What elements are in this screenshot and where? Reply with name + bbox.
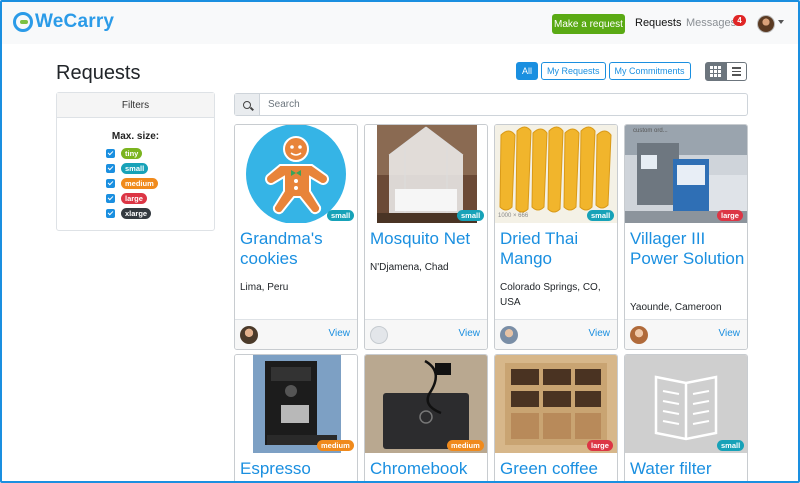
request-card[interactable]: large Green coffee <box>494 354 618 481</box>
size-badge: small <box>587 210 615 221</box>
checkbox[interactable] <box>106 209 115 218</box>
view-link[interactable]: View <box>459 328 481 339</box>
view-toggle <box>705 62 747 81</box>
nav-requests-link[interactable]: Requests <box>635 17 681 29</box>
size-pill: small <box>121 163 149 174</box>
card-title[interactable]: Espresso <box>240 459 356 479</box>
card-image[interactable] <box>365 355 487 453</box>
view-link[interactable]: View <box>589 328 611 339</box>
filter-my-requests-button[interactable]: My Requests <box>541 62 606 80</box>
make-request-button[interactable]: Make a request <box>552 14 625 34</box>
card-title[interactable]: Villager III Power Solution <box>630 229 746 269</box>
search-bar <box>234 93 748 116</box>
card-title[interactable]: Mosquito Net <box>370 229 486 249</box>
search-icon <box>243 100 251 109</box>
grid-icon <box>710 66 721 77</box>
checkbox[interactable] <box>106 194 115 203</box>
size-badge: medium <box>317 440 354 451</box>
search-icon-addon <box>235 94 260 115</box>
view-link[interactable]: View <box>719 328 741 339</box>
page-title: Requests <box>56 62 141 84</box>
card-title[interactable]: Grandma's cookies <box>240 229 356 269</box>
request-card[interactable]: medium Chromebook <box>364 354 488 481</box>
card-title[interactable]: Water filter <box>630 459 746 479</box>
size-badge: large <box>587 440 613 451</box>
app-window: WeCarry Make a request Requests Messages… <box>0 0 800 483</box>
max-size-label: Max. size: <box>111 131 160 142</box>
default-avatar-icon <box>370 326 388 344</box>
size-badge: large <box>717 210 743 221</box>
card-image[interactable] <box>235 125 357 223</box>
grid-view-button[interactable] <box>705 62 726 81</box>
chevron-down-icon[interactable] <box>778 20 784 24</box>
checkbox[interactable] <box>106 149 115 158</box>
list-icon <box>732 67 741 76</box>
ownership-filter-group: All My Requests My Commitments <box>516 62 691 80</box>
size-badge: small <box>457 210 485 221</box>
avatar <box>240 326 258 344</box>
navbar: WeCarry Make a request Requests Messages… <box>2 2 798 44</box>
avatar <box>630 326 648 344</box>
size-pill: large <box>121 193 147 204</box>
image-caption: 1000 × 666 <box>498 213 529 219</box>
placeholder-book-icon <box>654 375 718 441</box>
size-filter-large[interactable]: large <box>106 191 158 206</box>
filter-my-commitments-button[interactable]: My Commitments <box>608 62 691 80</box>
card-title[interactable]: Green coffee <box>500 459 616 479</box>
size-pill: xlarge <box>121 208 152 219</box>
size-filter-xlarge[interactable]: xlarge <box>106 206 158 221</box>
card-image[interactable]: 1000 × 666 <box>495 125 617 223</box>
card-location: N'Djamena, Chad <box>370 262 449 273</box>
card-image[interactable] <box>495 355 617 453</box>
size-badge: small <box>717 440 745 451</box>
logo-icon <box>13 12 33 32</box>
search-input[interactable] <box>260 94 747 115</box>
card-location: Lima, Peru <box>240 282 289 293</box>
size-pill: medium <box>121 178 158 189</box>
card-location: Yaounde, Cameroon <box>630 302 722 313</box>
filters-heading: Filters <box>57 93 214 118</box>
card-image[interactable]: custom ord... <box>625 125 747 223</box>
card-footer: View <box>495 319 617 349</box>
card-location: Colorado Springs, CO, USA <box>500 282 601 308</box>
size-badge: small <box>327 210 355 221</box>
card-title[interactable]: Dried Thai Mango <box>500 229 616 269</box>
messages-count-badge: 4 <box>733 15 746 26</box>
request-card[interactable]: medium Espresso <box>234 354 358 481</box>
nav-messages-link[interactable]: Messages <box>686 17 736 29</box>
user-avatar[interactable] <box>757 15 775 33</box>
card-footer: View <box>625 319 747 349</box>
filter-all-button[interactable]: All <box>516 62 539 80</box>
size-pill: tiny <box>121 148 143 159</box>
size-filter-tiny[interactable]: tiny <box>106 146 158 161</box>
view-link[interactable]: View <box>329 328 351 339</box>
card-image[interactable] <box>235 355 357 453</box>
request-card[interactable]: small Water filter <box>624 354 748 481</box>
request-card[interactable]: 1000 × 666 small Dried Thai Mango Colora… <box>494 124 618 350</box>
filters-panel: Filters Max. size: tiny small medium lar… <box>56 92 215 231</box>
checkbox[interactable] <box>106 179 115 188</box>
card-title[interactable]: Chromebook <box>370 459 486 479</box>
size-filter-medium[interactable]: medium <box>106 176 158 191</box>
size-badge: medium <box>447 440 484 451</box>
avatar <box>500 326 518 344</box>
logo[interactable]: WeCarry <box>13 11 114 33</box>
card-footer: View <box>365 319 487 349</box>
size-filter-list: tiny small medium large xlarge <box>106 146 158 221</box>
logo-text: WeCarry <box>35 11 115 32</box>
list-view-button[interactable] <box>726 62 747 81</box>
request-card[interactable]: custom ord... large Villager III Power S… <box>624 124 748 350</box>
image-caption: custom ord... <box>633 128 668 134</box>
size-filter-small[interactable]: small <box>106 161 158 176</box>
card-image[interactable] <box>365 125 487 223</box>
card-footer: View <box>235 319 357 349</box>
request-card[interactable]: small Grandma's cookies Lima, Peru View <box>234 124 358 350</box>
request-card[interactable]: small Mosquito Net N'Djamena, Chad View <box>364 124 488 350</box>
checkbox[interactable] <box>106 164 115 173</box>
card-image[interactable] <box>625 355 747 453</box>
